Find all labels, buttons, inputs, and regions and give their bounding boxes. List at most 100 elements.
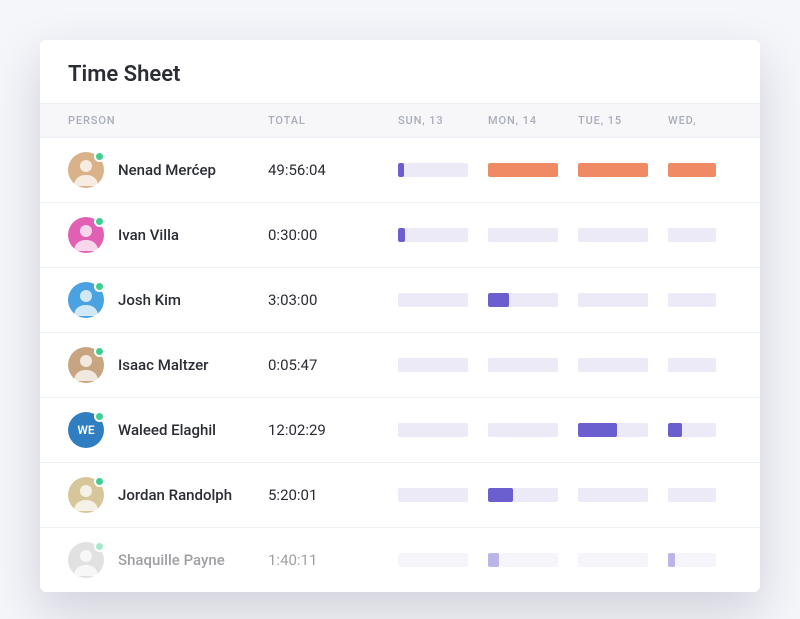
total-value: 12:02:29 (268, 421, 398, 439)
time-bar-track (578, 358, 648, 372)
col-header-day-1[interactable]: MON, 14 (488, 114, 578, 127)
time-bar-track (578, 488, 648, 502)
day-cell[interactable] (668, 163, 728, 177)
time-bar-track (578, 423, 648, 437)
avatar[interactable] (68, 152, 104, 188)
online-badge-icon (94, 346, 105, 357)
col-header-day-2[interactable]: TUE, 15 (578, 114, 668, 127)
day-cell[interactable] (398, 488, 488, 502)
time-bar-track (398, 163, 468, 177)
day-cell[interactable] (668, 488, 728, 502)
day-cell[interactable] (398, 423, 488, 437)
time-bar-track (398, 488, 468, 502)
table-row[interactable]: Jordan Randolph 5:20:01 (40, 463, 760, 528)
person-name: Ivan Villa (118, 226, 179, 244)
person-name: Jordan Randolph (118, 486, 232, 504)
time-bar-track (668, 553, 716, 567)
person-cell: Josh Kim (68, 282, 268, 318)
day-cell[interactable] (578, 293, 668, 307)
table-row[interactable]: Josh Kim 3:03:00 (40, 268, 760, 333)
col-header-day-0[interactable]: SUN, 13 (398, 114, 488, 127)
person-cell: Ivan Villa (68, 217, 268, 253)
person-name: Josh Kim (118, 291, 181, 309)
time-bar-track (488, 423, 558, 437)
day-cell[interactable] (398, 553, 488, 567)
time-bar-track (398, 293, 468, 307)
time-bar-fill (488, 293, 509, 307)
time-bar-track (398, 358, 468, 372)
time-bar-fill (578, 163, 648, 177)
avatar[interactable] (68, 347, 104, 383)
avatar[interactable]: WE (68, 412, 104, 448)
time-bar-track (578, 228, 648, 242)
time-bar-track (668, 358, 716, 372)
time-bar-track (488, 488, 558, 502)
table-row[interactable]: Ivan Villa 0:30:00 (40, 203, 760, 268)
day-cell[interactable] (578, 488, 668, 502)
online-badge-icon (94, 541, 105, 552)
online-badge-icon (94, 476, 105, 487)
day-cell[interactable] (488, 163, 578, 177)
avatar[interactable] (68, 542, 104, 578)
time-bar-track (488, 293, 558, 307)
day-cell[interactable] (398, 358, 488, 372)
day-cell[interactable] (488, 358, 578, 372)
day-cell[interactable] (668, 358, 728, 372)
day-cell[interactable] (488, 228, 578, 242)
total-value: 0:30:00 (268, 226, 398, 244)
table-row[interactable]: Isaac Maltzer 0:05:47 (40, 333, 760, 398)
time-bar-fill (488, 163, 558, 177)
day-cell[interactable] (398, 163, 488, 177)
time-bar-track (668, 163, 716, 177)
day-cell[interactable] (488, 488, 578, 502)
online-badge-icon (94, 151, 105, 162)
day-cell[interactable] (398, 293, 488, 307)
day-cell[interactable] (578, 358, 668, 372)
time-bar-fill (668, 553, 675, 567)
day-cell[interactable] (578, 423, 668, 437)
total-value: 5:20:01 (268, 486, 398, 504)
table-row[interactable]: Nenad Merćep49:56:04 (40, 138, 760, 203)
table-row[interactable]: WEWaleed Elaghil12:02:29 (40, 398, 760, 463)
col-header-day-3[interactable]: WED, (668, 114, 728, 127)
avatar[interactable] (68, 282, 104, 318)
time-bar-fill (488, 553, 499, 567)
online-badge-icon (94, 411, 105, 422)
avatar-initials: WE (77, 423, 94, 437)
avatar[interactable] (68, 217, 104, 253)
time-bar-track (488, 553, 558, 567)
person-cell: Isaac Maltzer (68, 347, 268, 383)
col-header-person: PERSON (68, 114, 268, 127)
total-value: 1:40:11 (268, 551, 398, 569)
table-row[interactable]: Shaquille Payne1:40:11 (40, 528, 760, 592)
day-cell[interactable] (668, 423, 728, 437)
person-cell: Shaquille Payne (68, 542, 268, 578)
time-bar-track (668, 423, 716, 437)
time-bar-fill (668, 163, 716, 177)
day-cell[interactable] (578, 228, 668, 242)
day-cell[interactable] (668, 293, 728, 307)
total-value: 3:03:00 (268, 291, 398, 309)
day-cell[interactable] (488, 553, 578, 567)
time-bar-fill (488, 488, 513, 502)
table-body: Nenad Merćep49:56:04 Ivan Villa 0:30:00 Jos… (40, 138, 760, 592)
time-bar-fill (398, 228, 405, 242)
time-bar-fill (578, 423, 617, 437)
day-cell[interactable] (578, 163, 668, 177)
online-badge-icon (94, 281, 105, 292)
day-cell[interactable] (398, 228, 488, 242)
total-value: 49:56:04 (268, 161, 398, 179)
day-cell[interactable] (578, 553, 668, 567)
day-cell[interactable] (668, 553, 728, 567)
day-cell[interactable] (668, 228, 728, 242)
person-cell: Jordan Randolph (68, 477, 268, 513)
time-bar-track (668, 228, 716, 242)
day-cell[interactable] (488, 423, 578, 437)
time-bar-track (578, 163, 648, 177)
day-cell[interactable] (488, 293, 578, 307)
person-name: Isaac Maltzer (118, 356, 208, 374)
time-bar-track (488, 358, 558, 372)
total-value: 0:05:47 (268, 356, 398, 374)
avatar[interactable] (68, 477, 104, 513)
person-cell: Nenad Merćep (68, 152, 268, 188)
